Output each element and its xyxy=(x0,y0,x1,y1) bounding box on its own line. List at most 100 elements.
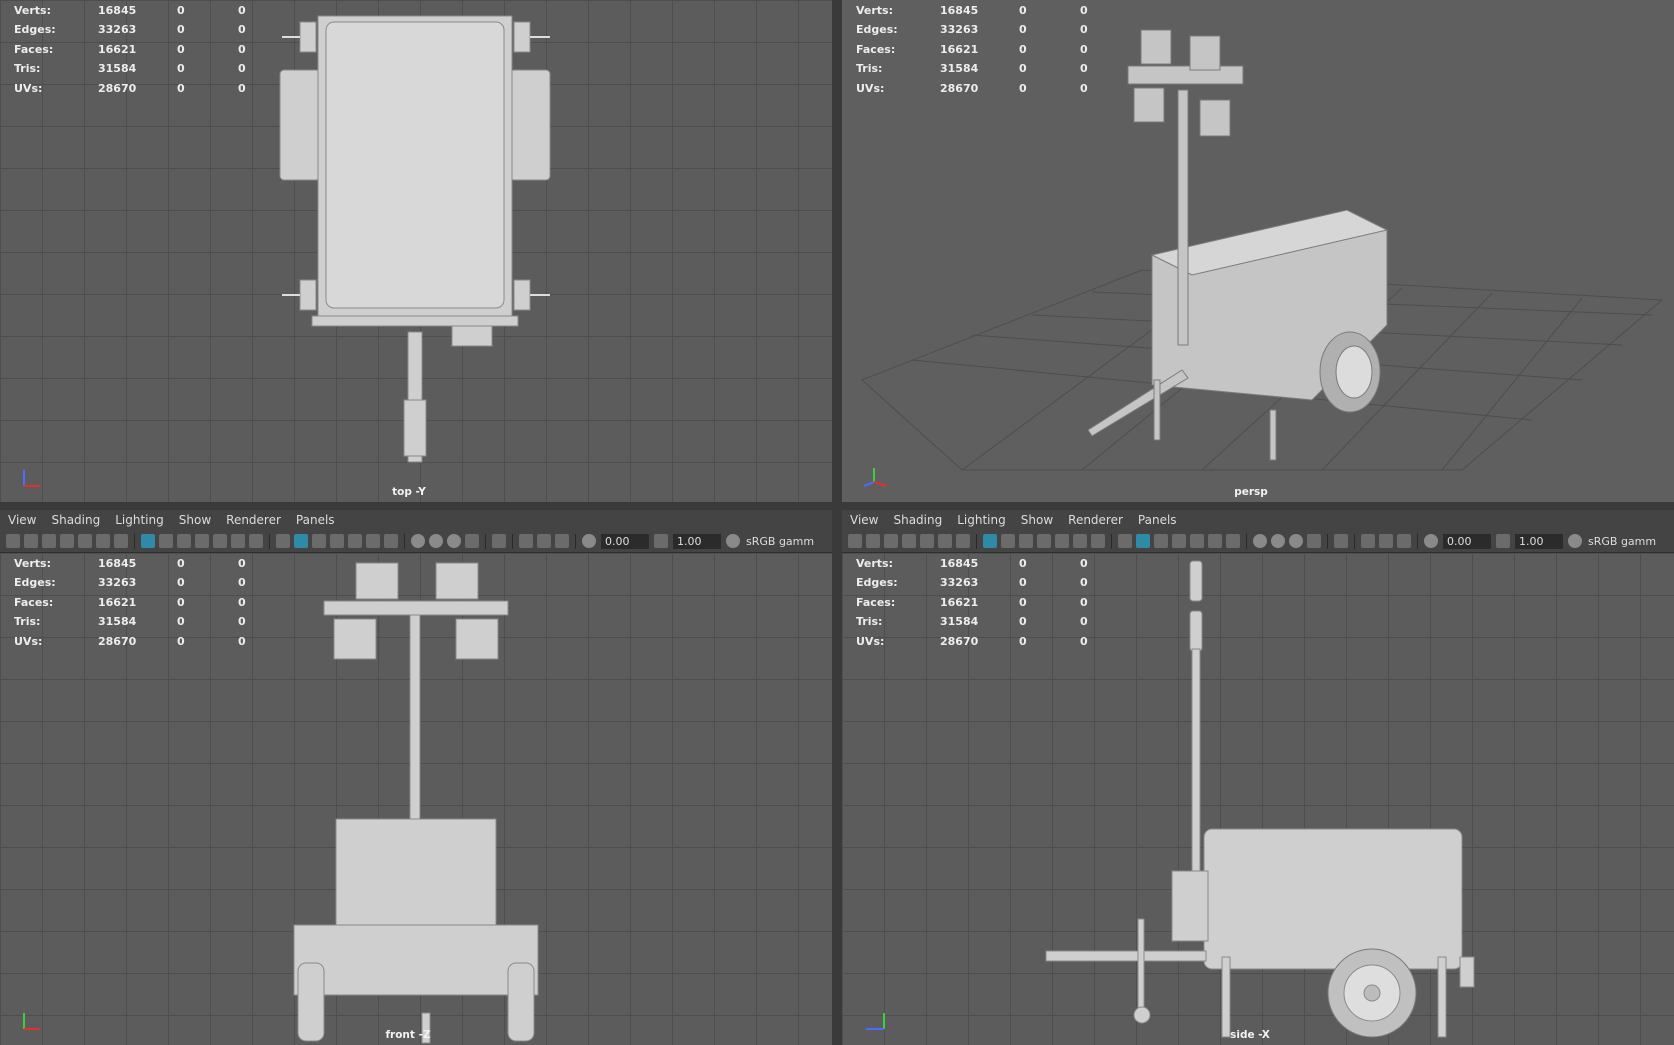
xray-active-icon[interactable] xyxy=(1379,534,1393,548)
viewport-front-panel[interactable]: View Shading Lighting Show Renderer Pane… xyxy=(0,510,832,1045)
bookmark-icon[interactable] xyxy=(902,534,916,548)
anti-aliasing-icon[interactable] xyxy=(447,534,461,548)
camera-icon[interactable] xyxy=(6,534,20,548)
menu-lighting[interactable]: Lighting xyxy=(107,513,171,527)
colorspace-label[interactable]: sRGB gamm xyxy=(746,535,814,548)
menu-view[interactable]: View xyxy=(0,513,43,527)
exposure-icon[interactable] xyxy=(582,534,596,548)
hud-row-uvs: UVs: 28670 0 0 xyxy=(14,81,246,95)
wireframe-on-shaded-icon[interactable] xyxy=(1172,534,1186,548)
light-icon[interactable] xyxy=(1208,534,1222,548)
viewport-side-panel[interactable]: View Shading Lighting Show Renderer Pane… xyxy=(842,510,1674,1045)
xray-active-icon[interactable] xyxy=(537,534,551,548)
camera-attrs-icon[interactable] xyxy=(42,534,56,548)
axis-gizmo-icon xyxy=(866,1013,885,1030)
colorspace-icon[interactable] xyxy=(1568,534,1582,548)
hud-row-edges: Edges: 33263 0 0 xyxy=(856,23,1088,37)
wireframe-on-shaded-icon[interactable] xyxy=(330,534,344,548)
hud-stats-persp: Verts: 16845 0 0 Edges: 33263 0 0 Faces: 16621 0… xyxy=(856,4,1096,101)
xray-icon[interactable] xyxy=(1361,534,1375,548)
camera-lock-icon[interactable] xyxy=(866,534,880,548)
hud-row-tris: Tris: 31584 0 0 xyxy=(14,615,246,629)
move-camera-icon[interactable] xyxy=(96,534,110,548)
resolution-gate-icon[interactable] xyxy=(177,534,191,548)
film-gate-icon[interactable] xyxy=(159,534,173,548)
textured-icon[interactable] xyxy=(348,534,362,548)
smooth-shade-icon[interactable] xyxy=(1136,534,1150,548)
menu-panels[interactable]: Panels xyxy=(1130,513,1184,527)
resolution-gate-icon[interactable] xyxy=(1019,534,1033,548)
ambient-occlusion-icon[interactable] xyxy=(411,534,425,548)
gate-mask-icon[interactable] xyxy=(195,534,209,548)
gate-mask-icon[interactable] xyxy=(1037,534,1051,548)
hud-row-uvs: UVs: 28670 0 0 xyxy=(856,81,1088,95)
field-chart-icon[interactable] xyxy=(1055,534,1069,548)
shadows-icon[interactable] xyxy=(384,534,398,548)
shadows-icon[interactable] xyxy=(1226,534,1240,548)
exposure-icon[interactable] xyxy=(1424,534,1438,548)
colorspace-icon[interactable] xyxy=(726,534,740,548)
viewport-side[interactable]: Verts: 16845 0 0 Edges: 33263 0 0 Faces: 16621 0… xyxy=(842,553,1674,1045)
safe-action-icon[interactable] xyxy=(1073,534,1087,548)
isolate-icon[interactable] xyxy=(1334,534,1348,548)
camera-lock-icon[interactable] xyxy=(24,534,38,548)
motion-blur-icon[interactable] xyxy=(429,534,443,548)
light-icon[interactable] xyxy=(366,534,380,548)
field-chart-icon[interactable] xyxy=(213,534,227,548)
menu-renderer[interactable]: Renderer xyxy=(1060,513,1130,527)
camera-icon[interactable] xyxy=(848,534,862,548)
menu-renderer[interactable]: Renderer xyxy=(218,513,288,527)
menu-lighting[interactable]: Lighting xyxy=(949,513,1013,527)
xray-joints-icon[interactable] xyxy=(555,534,569,548)
wireframe-icon[interactable] xyxy=(1118,534,1132,548)
viewport-top-panel[interactable]: Verts: 16845 0 0 Edges: 33263 0 0 Faces: 16621 0… xyxy=(0,0,832,502)
textured-icon[interactable] xyxy=(1190,534,1204,548)
menu-show[interactable]: Show xyxy=(1013,513,1060,527)
depth-of-field-icon[interactable] xyxy=(1307,534,1321,548)
gamma-icon[interactable] xyxy=(654,534,668,548)
hud-stats-side: Verts: 16845 0 0 Edges: 33263 0 0 Faces: 16621 0… xyxy=(856,557,1096,654)
image-plane-icon[interactable] xyxy=(78,534,92,548)
default-material-icon[interactable] xyxy=(312,534,326,548)
menu-shading[interactable]: Shading xyxy=(43,513,107,527)
viewport-top[interactable]: Verts: 16845 0 0 Edges: 33263 0 0 Faces: 16621 0… xyxy=(0,0,832,502)
image-plane-icon[interactable] xyxy=(920,534,934,548)
default-material-icon[interactable] xyxy=(1154,534,1168,548)
smooth-shade-icon[interactable] xyxy=(294,534,308,548)
exposure-field[interactable]: 0.00 xyxy=(601,533,649,549)
grid-icon[interactable] xyxy=(141,534,155,548)
move-camera-icon[interactable] xyxy=(938,534,952,548)
xray-icon[interactable] xyxy=(519,534,533,548)
isolate-icon[interactable] xyxy=(492,534,506,548)
hud-row-edges: Edges: 33263 0 0 xyxy=(14,23,246,37)
pencil-icon[interactable] xyxy=(114,534,128,548)
camera-label-front: front -Z xyxy=(385,1029,431,1041)
pencil-icon[interactable] xyxy=(956,534,970,548)
safe-action-icon[interactable] xyxy=(231,534,245,548)
menu-show[interactable]: Show xyxy=(171,513,218,527)
motion-blur-icon[interactable] xyxy=(1271,534,1285,548)
safe-title-icon[interactable] xyxy=(1091,534,1105,548)
exposure-field[interactable]: 0.00 xyxy=(1443,533,1491,549)
menu-panels[interactable]: Panels xyxy=(288,513,342,527)
safe-title-icon[interactable] xyxy=(249,534,263,548)
viewport-persp[interactable]: Verts: 16845 0 0 Edges: 33263 0 0 Faces: 16621 0… xyxy=(842,0,1674,502)
gamma-field[interactable]: 1.00 xyxy=(1515,533,1563,549)
xray-joints-icon[interactable] xyxy=(1397,534,1411,548)
gamma-field[interactable]: 1.00 xyxy=(673,533,721,549)
depth-of-field-icon[interactable] xyxy=(465,534,479,548)
menu-view[interactable]: View xyxy=(842,513,885,527)
viewport-persp-panel[interactable]: Verts: 16845 0 0 Edges: 33263 0 0 Faces: 16621 0… xyxy=(842,0,1674,502)
viewport-front[interactable]: Verts: 16845 0 0 Edges: 33263 0 0 Faces: 16621 0… xyxy=(0,553,832,1045)
colorspace-label[interactable]: sRGB gamm xyxy=(1588,535,1656,548)
panel-toolbar: 0.00 1.00 sRGB gamm xyxy=(0,530,832,553)
wireframe-icon[interactable] xyxy=(276,534,290,548)
ambient-occlusion-icon[interactable] xyxy=(1253,534,1267,548)
bookmark-icon[interactable] xyxy=(60,534,74,548)
camera-attrs-icon[interactable] xyxy=(884,534,898,548)
film-gate-icon[interactable] xyxy=(1001,534,1015,548)
grid-icon[interactable] xyxy=(983,534,997,548)
anti-aliasing-icon[interactable] xyxy=(1289,534,1303,548)
menu-shading[interactable]: Shading xyxy=(885,513,949,527)
gamma-icon[interactable] xyxy=(1496,534,1510,548)
